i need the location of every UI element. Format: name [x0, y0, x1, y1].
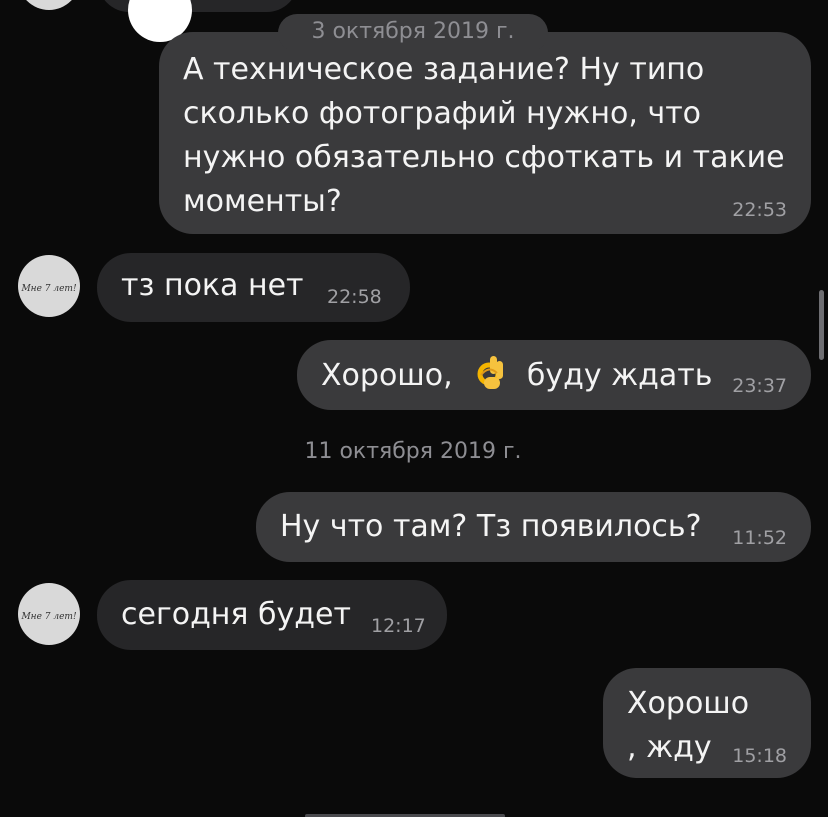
message-time: 15:18 [732, 745, 787, 767]
message-text: Ну что там? Тз появилось? [280, 509, 702, 544]
message-bubble[interactable]: Ну что там? Тз появилось? 11:52 [256, 492, 811, 562]
message-time: 12:17 [371, 615, 426, 637]
message-text-continued: буду ждать [517, 358, 713, 393]
ok-hand-icon [472, 353, 508, 391]
message-text: сегодня будет [121, 597, 351, 632]
avatar-signature-icon: Мне 7 лет! [20, 612, 77, 622]
message-time: 23:37 [732, 375, 787, 397]
message-time: 22:53 [732, 199, 787, 221]
avatar[interactable] [18, 0, 80, 10]
avatar[interactable]: Мне 7 лет! [18, 255, 80, 317]
message-bubble[interactable]: сегодня будет 12:17 [97, 580, 447, 650]
message-bubble[interactable]: А техническое задание? Ну типо сколько ф… [159, 32, 811, 234]
message-bubble[interactable]: Хорошо , жду 15:18 [603, 668, 811, 778]
message-time: 22:58 [327, 286, 382, 308]
date-separator: 11 октября 2019 г. [278, 438, 548, 468]
chat-window[interactable]: А техническое задание? Ну типо сколько ф… [0, 0, 828, 817]
message-text: А техническое задание? Ну типо сколько ф… [183, 52, 795, 219]
message-bubble-partial [98, 0, 298, 42]
scrollbar[interactable] [819, 290, 824, 360]
message-bubble[interactable]: Хорошо, буду ждать 23:37 [297, 340, 811, 410]
date-separator-partial [305, 806, 505, 817]
svg-text:Мне 7 лет!: Мне 7 лет! [20, 612, 77, 622]
avatar-signature-icon: Мне 7 лет! [20, 284, 77, 294]
svg-text:Мне 7 лет!: Мне 7 лет! [20, 284, 77, 294]
message-time: 11:52 [732, 527, 787, 549]
message-bubble[interactable]: тз пока нет 22:58 [97, 253, 410, 322]
date-label: 3 октября 2019 г. [311, 19, 515, 44]
message-text: Хорошо, [321, 358, 463, 393]
message-text: Хорошо [627, 686, 750, 721]
date-label: 11 октября 2019 г. [304, 439, 522, 464]
date-separator: 3 октября 2019 г. [278, 14, 548, 52]
message-text: тз пока нет [121, 268, 304, 303]
avatar[interactable]: Мне 7 лет! [18, 583, 80, 645]
